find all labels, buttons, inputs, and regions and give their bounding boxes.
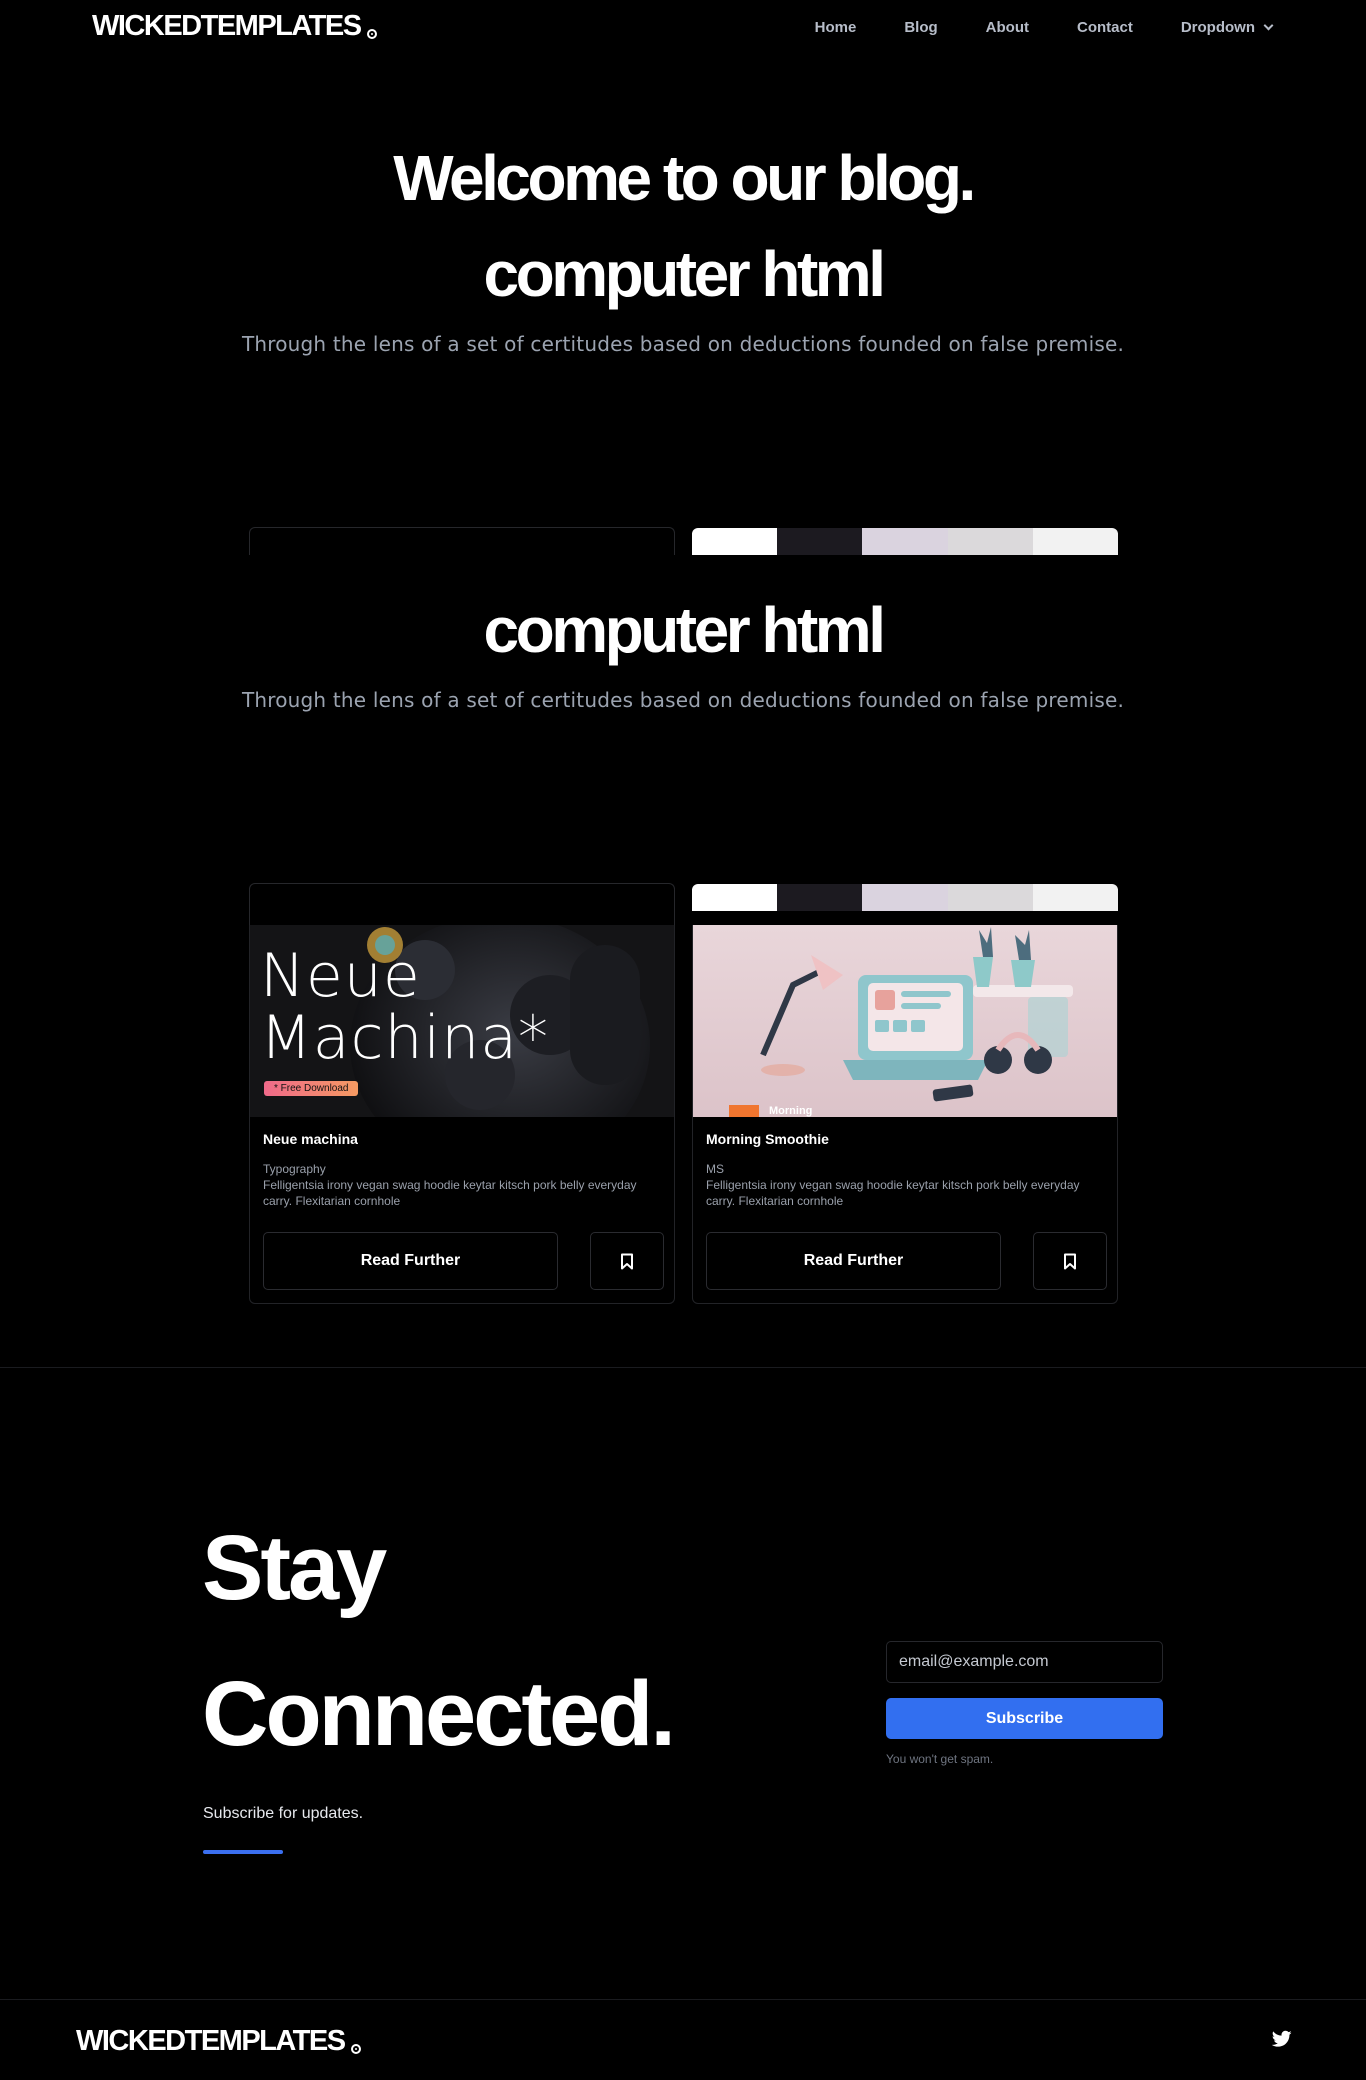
subscribe-button[interactable]: Subscribe [886, 1698, 1163, 1739]
bookmark-button[interactable] [1033, 1232, 1107, 1290]
card-image[interactable]: Neue Machina* * Free Download [250, 925, 674, 1117]
nav-blog[interactable]: Blog [904, 19, 937, 36]
nav-about[interactable]: About [986, 19, 1029, 36]
bookmark-icon [621, 1253, 633, 1269]
card-top-dark [249, 527, 675, 555]
palette-swatch [777, 528, 863, 555]
hero-title: Welcome to our blog. [393, 142, 976, 214]
card-description: Felligentsia irony vegan swag hoodie key… [263, 1178, 637, 1208]
bookmark-icon [1064, 1253, 1076, 1269]
card-top-dark [249, 883, 675, 925]
section-divider [0, 1367, 1366, 1368]
logo-text: WICKEDTEMPLATES [76, 2025, 346, 2057]
logo-mark-icon [366, 29, 377, 39]
hero-subtitle: computer html [483, 238, 886, 310]
card-image[interactable]: Morning [693, 925, 1117, 1117]
logo-text: WICKEDTEMPLATES [92, 10, 362, 42]
chevron-down-icon [1263, 20, 1274, 31]
newsletter-title-line2: Connected. [202, 1663, 676, 1765]
card-category: MS [706, 1162, 724, 1176]
palette-swatch [692, 884, 778, 911]
palette-swatch [862, 528, 948, 555]
nav-dropdown[interactable]: Dropdown [1180, 19, 1274, 36]
bookmark-button[interactable] [590, 1232, 664, 1290]
read-further-button[interactable]: Read Further [263, 1232, 558, 1290]
hero-description: Through the lens of a set of certitudes … [241, 332, 1125, 356]
card-image-caption: Morning [769, 1105, 813, 1117]
card-illustration [693, 925, 1117, 1117]
palette-swatch [947, 884, 1033, 911]
read-further-button[interactable]: Read Further [706, 1232, 1001, 1290]
blog-card: Neue Machina* * Free Download Neue machi… [249, 925, 675, 1304]
free-download-badge: * Free Download [264, 1081, 359, 1096]
site-logo[interactable]: WICKEDTEMPLATES [92, 10, 377, 43]
palette-swatch [1032, 884, 1118, 911]
palette-swatch [692, 528, 778, 555]
card-category: Typography [263, 1162, 326, 1176]
newsletter-title-line1: Stay [202, 1517, 387, 1619]
site-header: WICKEDTEMPLATES Home Blog About Contact … [0, 0, 1366, 56]
palette-swatch [1032, 528, 1118, 555]
card-image-line: Machina* [260, 1003, 550, 1073]
card-description: Felligentsia irony vegan swag hoodie key… [706, 1178, 1080, 1208]
color-palette [692, 528, 1118, 555]
no-spam-note: You won't get spam. [886, 1752, 994, 1766]
card-title[interactable]: Neue machina [263, 1131, 358, 1147]
card-title[interactable]: Morning Smoothie [706, 1131, 829, 1147]
footer-logo[interactable]: WICKEDTEMPLATES [76, 2025, 361, 2058]
card-image-line: Neue [260, 941, 421, 1011]
nav-dropdown-label: Dropdown [1180, 19, 1255, 36]
blog-card: Morning Morning Smoothie MS Felligentsia… [692, 925, 1118, 1304]
palette-swatch [777, 884, 863, 911]
newsletter-subtitle: Subscribe for updates. [203, 1805, 364, 1822]
nav-contact[interactable]: Contact [1077, 19, 1133, 36]
accent-underline [203, 1850, 283, 1854]
email-input[interactable] [886, 1641, 1163, 1683]
footer-divider [0, 1999, 1366, 2000]
logo-mark-icon [350, 2044, 361, 2054]
card-image-text: Neue Machina* [260, 945, 549, 1069]
twitter-icon[interactable] [1272, 2030, 1292, 2048]
palette-swatch [862, 884, 948, 911]
hero-subtitle-repeat: computer html [483, 594, 886, 666]
palette-swatch [947, 528, 1033, 555]
hero-description-repeat: Through the lens of a set of certitudes … [241, 688, 1125, 712]
color-palette [692, 884, 1118, 911]
nav-home[interactable]: Home [815, 19, 857, 36]
main-nav: Home Blog About Contact Dropdown [815, 19, 1274, 36]
